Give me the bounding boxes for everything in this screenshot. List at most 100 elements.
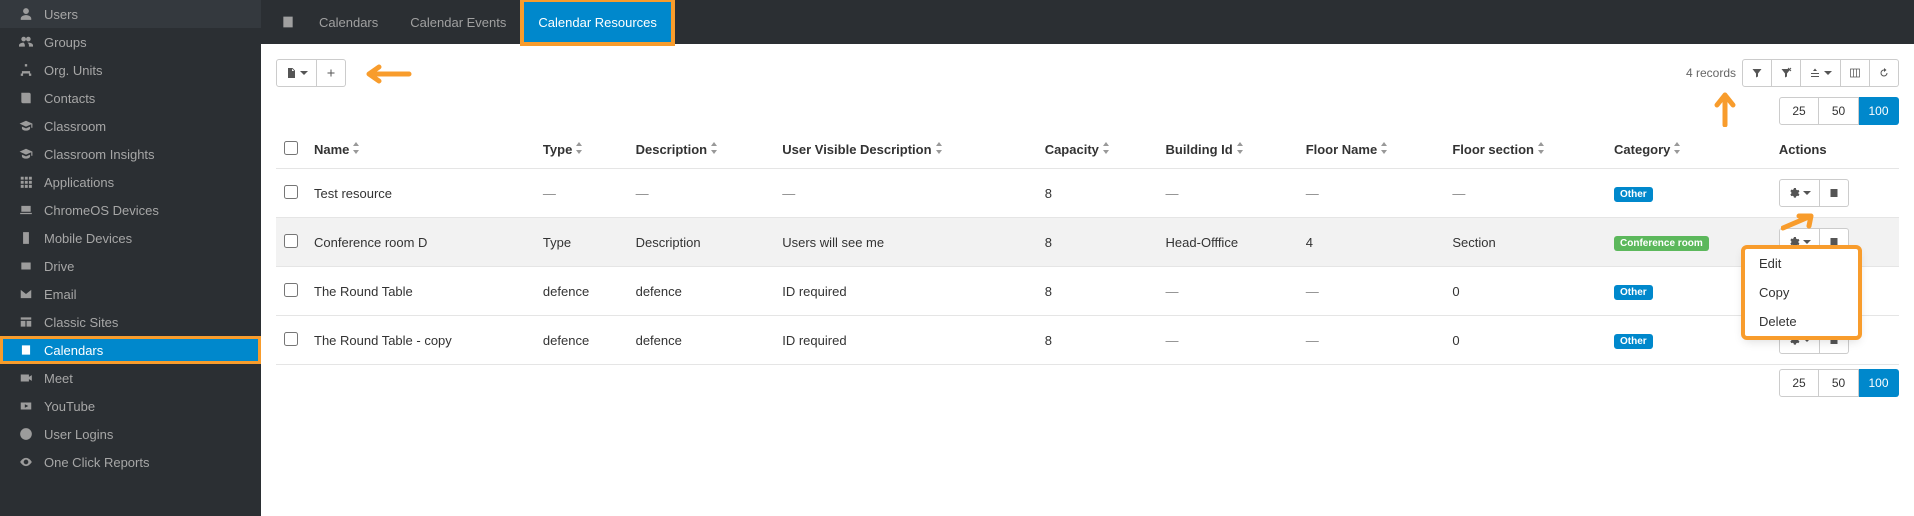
col-name[interactable]: Name — [306, 131, 535, 169]
dropdown-item-copy[interactable]: Copy — [1745, 278, 1858, 307]
sidebar-item-mobile-devices[interactable]: Mobile Devices — [0, 224, 261, 252]
col-floor-name[interactable]: Floor Name — [1298, 131, 1445, 169]
cell-name: Conference room D — [306, 218, 535, 267]
add-button[interactable] — [317, 59, 346, 87]
cell-bid: — — [1158, 316, 1298, 365]
col-user-visible-description[interactable]: User Visible Description — [774, 131, 1036, 169]
cell-type: Type — [535, 218, 628, 267]
cell-fname: — — [1298, 316, 1445, 365]
cell-name: The Round Table - copy — [306, 316, 535, 365]
cell-fsec: 0 — [1444, 316, 1606, 365]
sidebar-label: Applications — [44, 175, 114, 190]
col-label: Actions — [1779, 142, 1827, 157]
col-label: Type — [543, 142, 572, 157]
apps-icon — [18, 174, 34, 190]
page-size-25[interactable]: 25 — [1779, 97, 1819, 125]
video-icon — [18, 370, 34, 386]
table-row: Conference room DTypeDescriptionUsers wi… — [276, 218, 1899, 267]
sidebar-item-email[interactable]: Email — [0, 280, 261, 308]
sidebar-label: Classic Sites — [44, 315, 118, 330]
export-button[interactable] — [276, 59, 317, 87]
page-size-100[interactable]: 100 — [1859, 97, 1899, 125]
sidebar-item-classroom[interactable]: Classroom — [0, 112, 261, 140]
page-size-50[interactable]: 50 — [1819, 97, 1859, 125]
file-icon — [285, 67, 297, 79]
page-size-25-b[interactable]: 25 — [1779, 369, 1819, 397]
sidebar-label: User Logins — [44, 427, 113, 442]
row-checkbox[interactable] — [284, 332, 298, 346]
col-actions: Actions — [1771, 131, 1899, 169]
sidebar-item-drive[interactable]: Drive — [0, 252, 261, 280]
row-checkbox[interactable] — [284, 283, 298, 297]
tab-calendars[interactable]: Calendars — [303, 0, 394, 44]
sidebar-item-applications[interactable]: Applications — [0, 168, 261, 196]
sidebar-item-meet[interactable]: Meet — [0, 364, 261, 392]
sidebar-item-classroom-insights[interactable]: Classroom Insights — [0, 140, 261, 168]
grad-icon — [18, 146, 34, 162]
caret-down-icon — [1803, 191, 1811, 195]
col-description[interactable]: Description — [628, 131, 775, 169]
refresh-button[interactable] — [1870, 59, 1899, 87]
cell-fname: — — [1298, 267, 1445, 316]
col-label: Capacity — [1045, 142, 1099, 157]
col-floor-section[interactable]: Floor section — [1444, 131, 1606, 169]
calendar-icon — [18, 342, 34, 358]
clock-icon — [18, 426, 34, 442]
sidebar-item-user-logins[interactable]: User Logins — [0, 420, 261, 448]
columns-button[interactable] — [1841, 59, 1870, 87]
cell-desc: defence — [628, 316, 775, 365]
sidebar-label: Mobile Devices — [44, 231, 132, 246]
sidebar-item-classic-sites[interactable]: Classic Sites — [0, 308, 261, 336]
tab-calendar-resources[interactable]: Calendar Resources — [522, 0, 673, 44]
col-label: Floor section — [1452, 142, 1534, 157]
filter-button[interactable] — [1742, 59, 1772, 87]
row-checkbox[interactable] — [284, 185, 298, 199]
sidebar-item-org-units[interactable]: Org. Units — [0, 56, 261, 84]
col-category[interactable]: Category — [1606, 131, 1771, 169]
sitemap-icon — [18, 62, 34, 78]
sidebar-item-calendars[interactable]: Calendars — [0, 336, 261, 364]
tab-calendar-events[interactable]: Calendar Events — [394, 0, 522, 44]
sidebar-label: Meet — [44, 371, 73, 386]
clear-filter-button[interactable] — [1772, 59, 1801, 87]
cell-actions — [1771, 169, 1899, 218]
grad-icon — [18, 118, 34, 134]
col-type[interactable]: Type — [535, 131, 628, 169]
cell-cap: 8 — [1037, 316, 1158, 365]
sidebar-item-groups[interactable]: Groups — [0, 28, 261, 56]
density-icon — [1809, 67, 1821, 79]
dropdown-item-delete[interactable]: Delete — [1745, 307, 1858, 336]
sort-icon — [1537, 142, 1545, 157]
row-settings-button[interactable] — [1779, 179, 1820, 207]
mail-icon — [18, 286, 34, 302]
sidebar-item-chromeos-devices[interactable]: ChromeOS Devices — [0, 196, 261, 224]
cell-uvd: ID required — [774, 267, 1036, 316]
site-icon — [18, 314, 34, 330]
page-size-50-b[interactable]: 50 — [1819, 369, 1859, 397]
select-all-checkbox[interactable] — [284, 141, 298, 155]
export-group — [276, 59, 346, 87]
pager-bottom: 25 50 100 — [276, 369, 1899, 397]
cell-fsec: 0 — [1444, 267, 1606, 316]
refresh-icon — [1878, 67, 1890, 79]
sidebar-item-youtube[interactable]: YouTube — [0, 392, 261, 420]
col-capacity[interactable]: Capacity — [1037, 131, 1158, 169]
sidebar-item-one-click-reports[interactable]: One Click Reports — [0, 448, 261, 476]
calendar-icon — [280, 14, 296, 30]
col-building-id[interactable]: Building Id — [1158, 131, 1298, 169]
cell-name: Test resource — [306, 169, 535, 218]
sidebar-label: Classroom Insights — [44, 147, 155, 162]
sidebar-item-contacts[interactable]: Contacts — [0, 84, 261, 112]
page-size-100-b[interactable]: 100 — [1859, 369, 1899, 397]
topnav-calendar-icon[interactable] — [273, 0, 303, 44]
row-checkbox[interactable] — [284, 234, 298, 248]
eye-icon — [18, 454, 34, 470]
dropdown-item-edit[interactable]: Edit — [1745, 249, 1858, 278]
sort-icon — [1380, 142, 1388, 157]
cell-cap: 8 — [1037, 218, 1158, 267]
sidebar-label: One Click Reports — [44, 455, 149, 470]
sidebar-label: ChromeOS Devices — [44, 203, 159, 218]
sidebar-item-users[interactable]: Users — [0, 0, 261, 28]
row-calendar-button[interactable] — [1820, 179, 1849, 207]
density-button[interactable] — [1801, 59, 1841, 87]
